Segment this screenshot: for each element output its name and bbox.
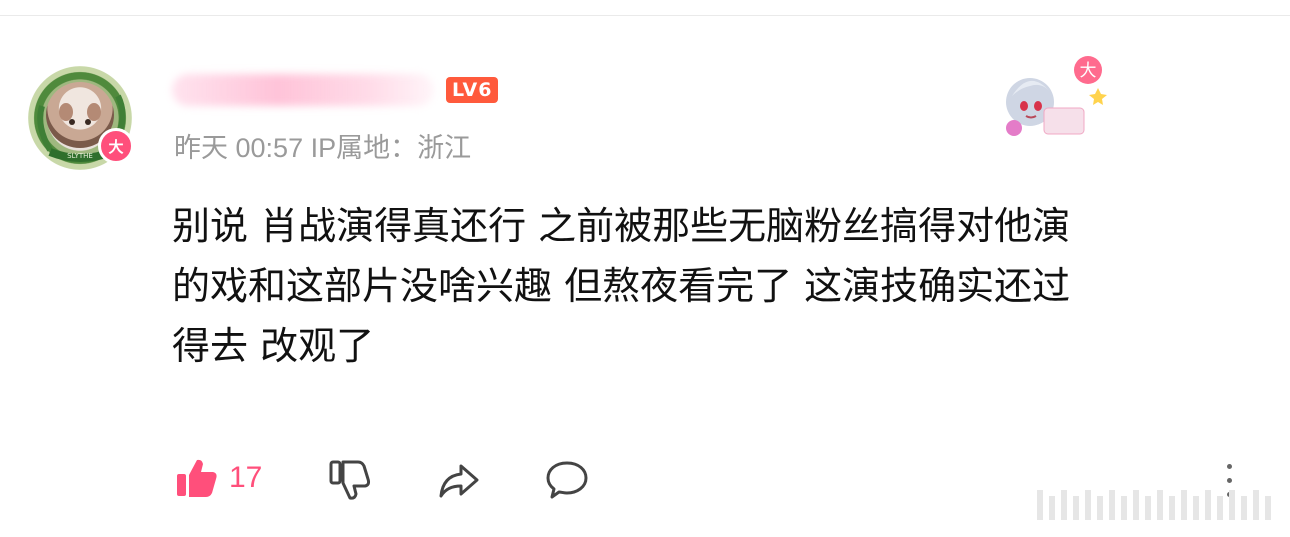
comment-button[interactable] [544,458,590,508]
comment-icon [546,461,588,499]
username-blurred[interactable] [172,74,434,106]
more-vertical-icon [1227,478,1232,483]
comment-line: 别说 肖战演得真还行 之前被那些无脑粉丝搞得对他演 [172,204,1071,248]
ip-label: IP属地： [310,133,418,163]
watermark-graphic [1037,490,1271,520]
like-count: 17 [229,461,263,494]
share-button[interactable] [437,458,481,506]
comment-time: 00:57 [235,133,304,163]
comment-body: 别说 肖战演得真还行 之前被那些无脑粉丝搞得对他演 的戏和这部片没啥兴趣 但熬夜… [172,196,1242,376]
comment-line: 的戏和这部片没啥兴趣 但熬夜看完了 这演技确实还过 [172,264,1071,308]
top-divider [0,15,1290,16]
level-badge: LV6 [446,77,499,103]
comment-date: 昨天 [174,133,228,163]
share-icon [439,464,479,498]
ip-location: 浙江 [417,133,472,163]
sticker-badge-text: 大 [1080,61,1097,81]
avatar-ribbon-text: SLYTHE [67,152,93,160]
dislike-button[interactable] [328,458,372,506]
like-button[interactable]: 17 [175,456,262,500]
avatar-badge: 大 [98,128,134,164]
thumbs-down-icon [329,460,371,500]
anime-character-sticker: 大 [1000,52,1112,144]
comment-meta: 昨天 00:57 IP属地：浙江 [174,126,471,165]
avatar[interactable]: SLYTHE 大 [28,66,134,170]
comment-line: 得去 改观了 [172,324,375,368]
sticker-icon: 大 [1006,56,1107,136]
more-vertical-icon [1227,464,1232,469]
thumbs-up-icon [177,459,217,497]
